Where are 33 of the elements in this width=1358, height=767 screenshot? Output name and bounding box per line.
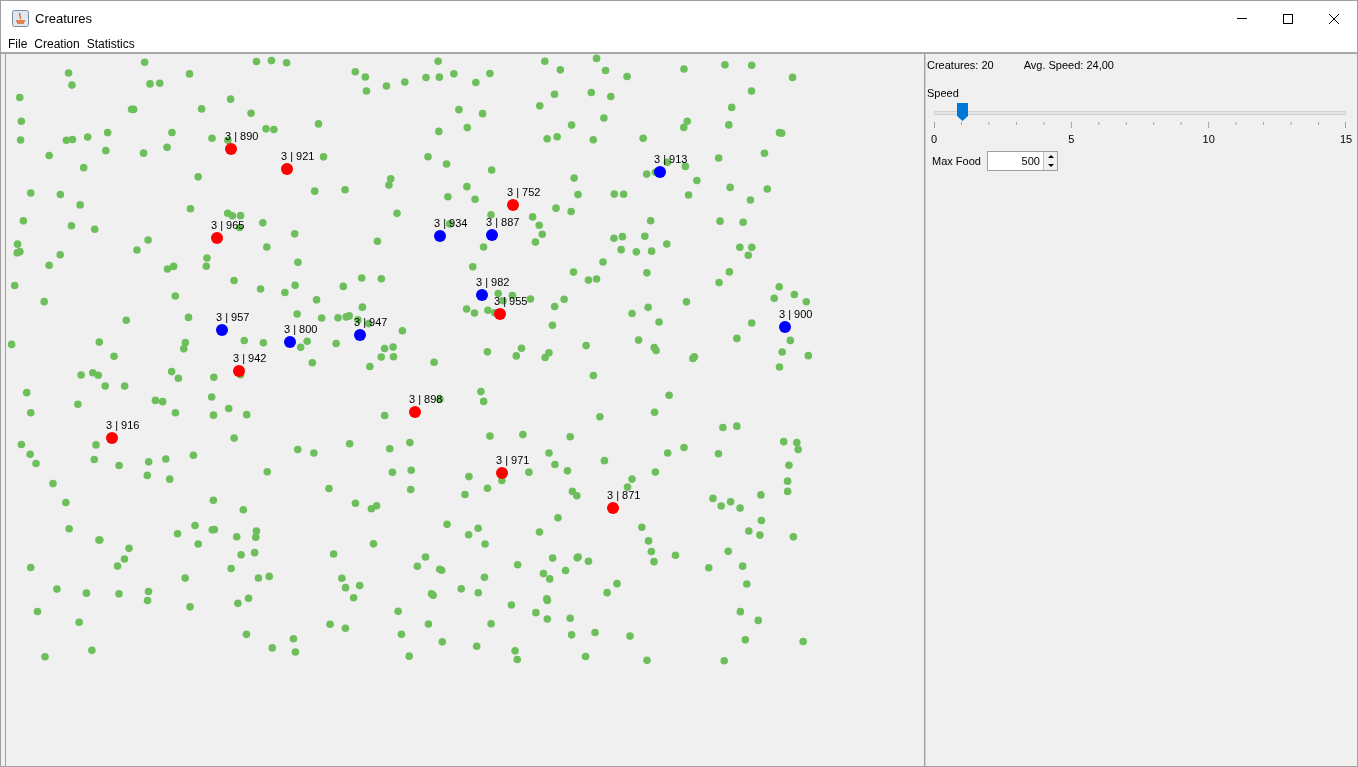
menu-item[interactable]: File xyxy=(5,35,31,53)
speed-label: Speed xyxy=(927,85,960,101)
tick-label: 10 xyxy=(1202,132,1215,147)
window-title: Creatures xyxy=(35,9,93,28)
creature-label: 3 | 921 xyxy=(281,150,315,162)
maximize-icon xyxy=(1283,13,1293,24)
creature-label: 3 | 971 xyxy=(496,454,530,466)
tick-label: 5 xyxy=(1068,132,1075,147)
creature-label: 3 | 982 xyxy=(476,276,510,288)
creature-label: 3 | 965 xyxy=(211,219,245,231)
menu-item[interactable]: Creation xyxy=(31,35,83,53)
tick-label: 0 xyxy=(930,132,938,147)
tick-label: 15 xyxy=(1339,132,1353,147)
creature-label: 3 | 913 xyxy=(654,153,688,165)
slider-thumb[interactable] xyxy=(956,103,968,121)
creature-label: 3 | 800 xyxy=(284,323,318,335)
creature-label: 3 | 887 xyxy=(486,216,520,228)
max-food-label: Max Food xyxy=(932,153,981,169)
speed-slider[interactable]: 0 5 10 15 xyxy=(928,102,1352,148)
creature-label: 3 | 900 xyxy=(779,308,813,320)
creature-label: 3 | 871 xyxy=(607,489,641,501)
creature-label: 3 | 955 xyxy=(494,295,528,307)
creature-label: 3 | 957 xyxy=(216,311,250,323)
creature-label: 3 | 752 xyxy=(507,186,541,198)
creature-count: Creatures: 20 xyxy=(927,58,994,73)
app-icon xyxy=(12,10,29,27)
creature-label: 3 | 916 xyxy=(106,419,140,431)
minimize-icon xyxy=(1237,18,1247,19)
menu-item[interactable]: Statistics xyxy=(83,35,138,53)
creature-label: 3 | 942 xyxy=(233,352,267,364)
max-food-spinner[interactable]: 500 xyxy=(986,151,1058,171)
average-speed: Avg. Speed: 24,00 xyxy=(1023,58,1114,73)
close-icon xyxy=(1329,13,1339,24)
